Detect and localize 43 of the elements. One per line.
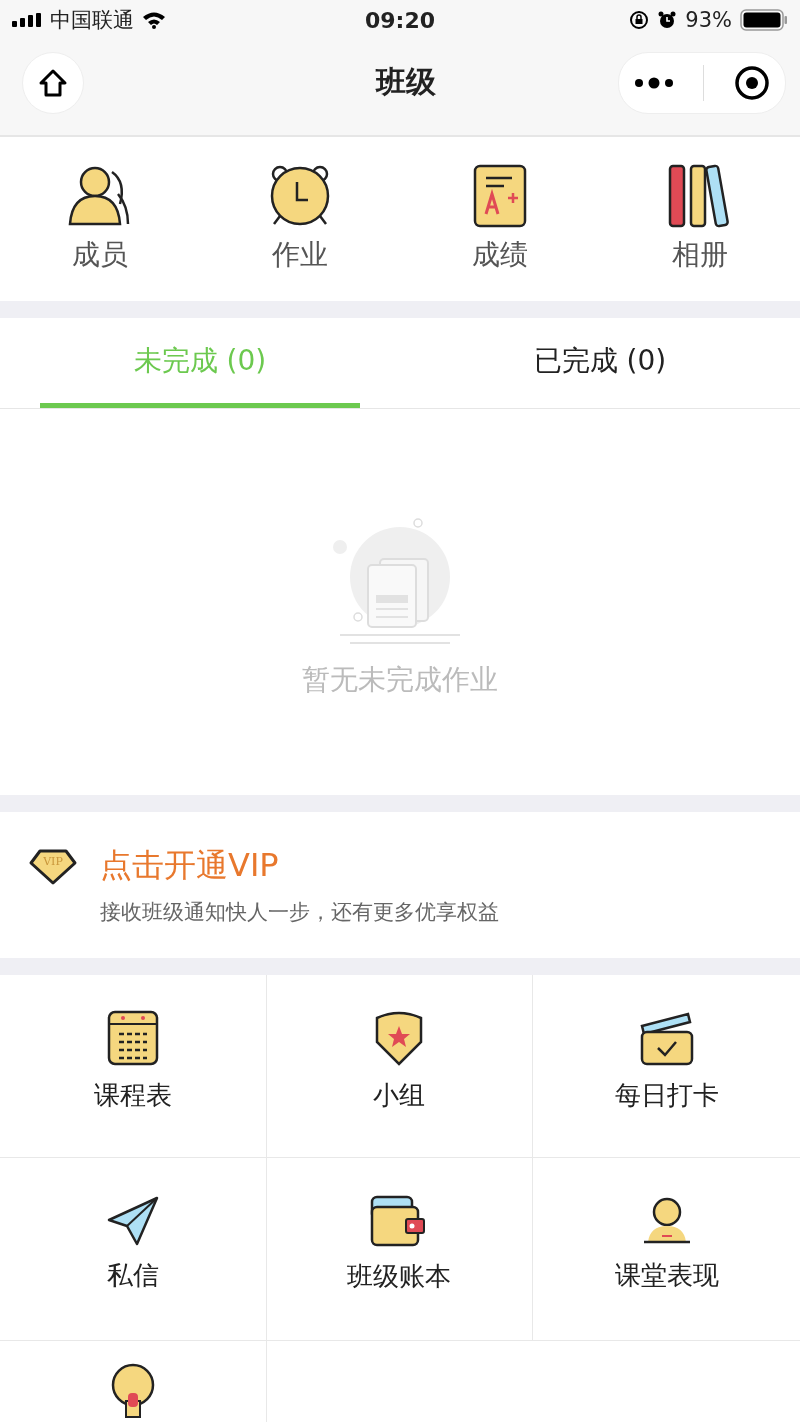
- tile-label: 每日打卡: [614, 1078, 719, 1112]
- battery-icon: [740, 9, 788, 31]
- vip-title: 点击开通VIP: [100, 845, 280, 886]
- shortcut-label: 相册: [672, 237, 728, 273]
- tile-label: 私信: [106, 1258, 159, 1292]
- feature-tile[interactable]: 课程表: [0, 975, 267, 1158]
- person-icon: [641, 1195, 692, 1246]
- shortcut-item[interactable]: 相册: [600, 137, 800, 301]
- wifi-icon: [142, 11, 166, 29]
- tile-label: 小组: [373, 1078, 426, 1112]
- rotation-lock-icon: [629, 10, 650, 30]
- empty-message: 暂无未完成作业: [302, 662, 498, 698]
- shortcut-label: 作业: [272, 237, 328, 273]
- feature-tile[interactable]: 每日打卡: [533, 975, 800, 1158]
- close-target-icon[interactable]: [734, 64, 771, 101]
- graded-paper-icon: [472, 164, 528, 228]
- calendar-icon: [106, 1009, 159, 1066]
- alarm-clock-icon: [268, 164, 332, 228]
- more-icon[interactable]: [633, 76, 674, 89]
- paper-plane-icon: [106, 1195, 159, 1246]
- tile-label: 班级账本: [347, 1259, 452, 1293]
- page-title: 班级: [376, 63, 436, 101]
- person-icon: [68, 164, 132, 228]
- shortcut-label: 成员: [72, 237, 128, 273]
- tile-label: 课程表: [93, 1078, 172, 1112]
- vip-subtitle: 接收班级通知快人一步，还有更多优享权益: [100, 899, 499, 926]
- alarm-icon: [657, 10, 678, 30]
- clock-time: 09:20: [365, 7, 435, 33]
- battery-percent: 93%: [685, 8, 732, 32]
- shortcut-label: 成绩: [472, 237, 528, 273]
- shortcut-item[interactable]: 成员: [0, 137, 200, 301]
- tile-label: 课堂表现: [614, 1258, 719, 1292]
- vip-banner[interactable]: VIP 点击开通VIP 接收班级通知快人一步，还有更多优享权益: [0, 812, 800, 958]
- lightbulb-icon: [110, 1363, 155, 1419]
- feature-tile[interactable]: 小组: [266, 975, 534, 1158]
- shortcut-item[interactable]: 成绩: [400, 137, 600, 301]
- signal-icon: [12, 13, 42, 27]
- carrier-name: 中国联通: [50, 7, 134, 34]
- feature-tile[interactable]: 班级账本: [266, 1158, 534, 1341]
- feature-tile[interactable]: 课堂表现: [533, 1158, 800, 1341]
- shortcut-item[interactable]: 作业: [200, 137, 400, 301]
- feature-tile[interactable]: 私信: [0, 1158, 267, 1341]
- vip-badge: VIP: [28, 847, 78, 887]
